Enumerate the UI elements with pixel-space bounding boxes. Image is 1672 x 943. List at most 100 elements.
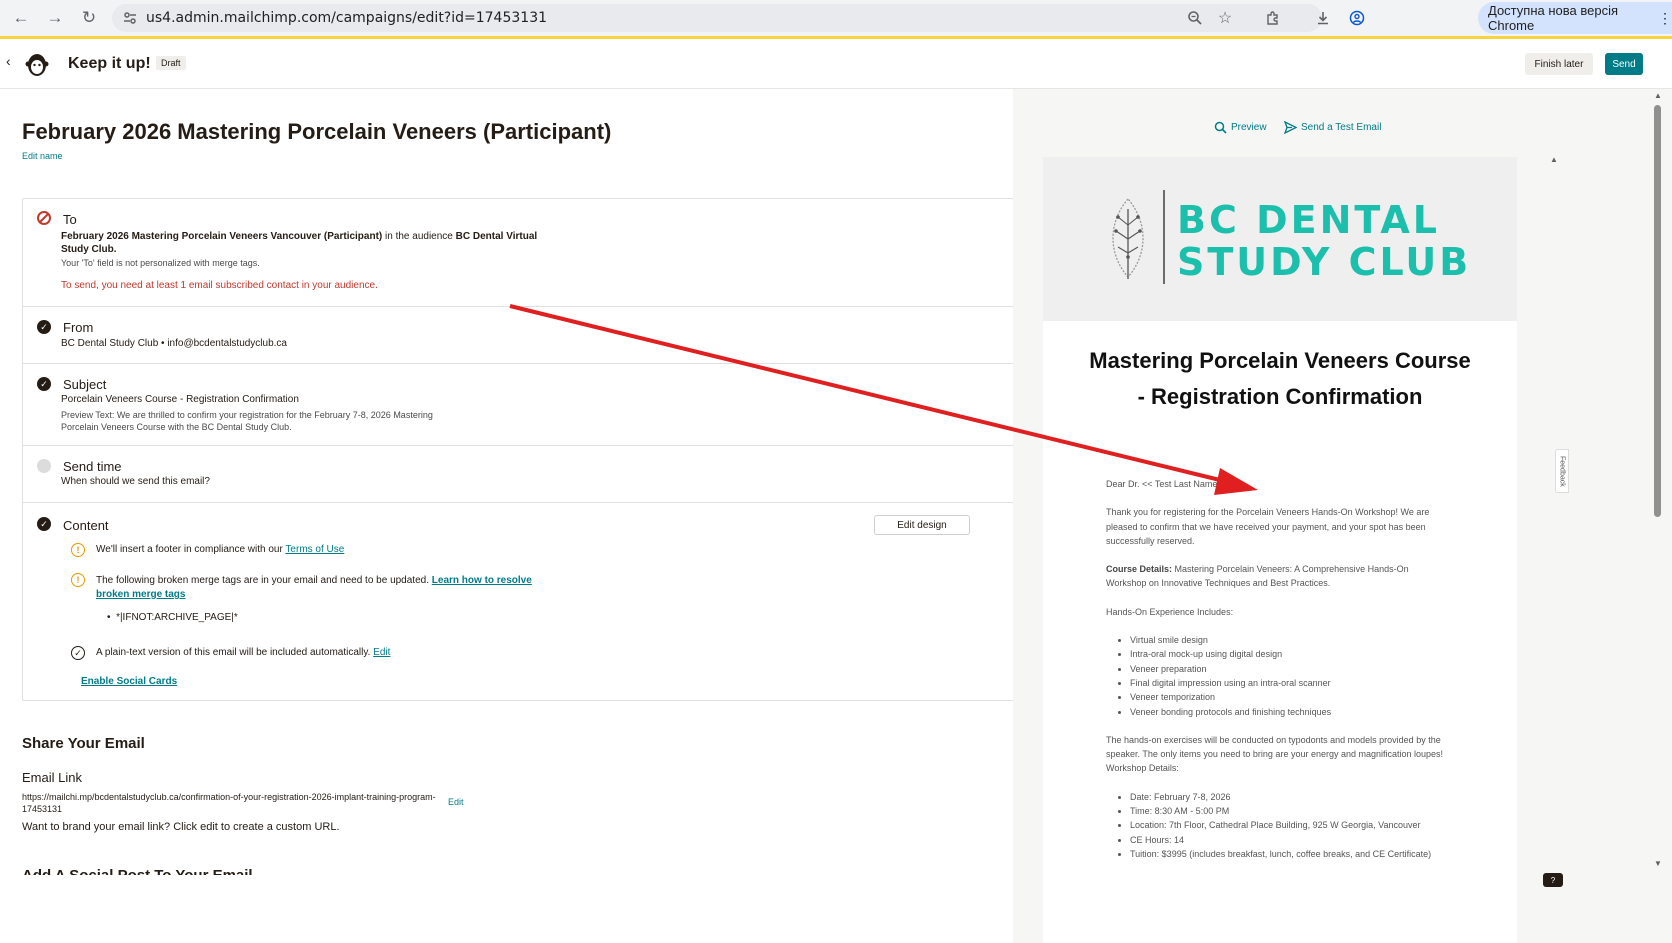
- extensions-icon[interactable]: [1262, 7, 1284, 29]
- campaign-header: ‹ Keep it up! Draft Finish later Send: [0, 39, 1672, 89]
- profile-icon[interactable]: [1346, 7, 1368, 29]
- send-time-heading: Send time: [63, 459, 122, 474]
- leaf-logo-icon: [1112, 198, 1144, 279]
- campaign-checklist-pane: February 2026 Mastering Porcelain Veneer…: [0, 89, 1052, 943]
- plaintext-edit-link[interactable]: Edit: [373, 647, 390, 658]
- url-text[interactable]: us4.admin.mailchimp.com/campaigns/edit?i…: [146, 10, 547, 26]
- from-section[interactable]: ✓ From ⌄ BC Dental Study Club • info@bcd…: [23, 307, 1033, 364]
- mailchimp-logo-icon[interactable]: [22, 49, 52, 79]
- error-status-icon: [37, 211, 51, 225]
- preview-label: Preview: [1231, 122, 1267, 133]
- list-item: Veneer bonding protocols and finishing t…: [1130, 705, 1446, 719]
- send-test-label: Send a Test Email: [1301, 122, 1382, 133]
- page-title: Keep it up!: [68, 55, 151, 72]
- scroll-up-icon[interactable]: ▲: [1654, 91, 1662, 100]
- list-item: Time: 8:30 AM - 5:00 PM: [1130, 804, 1446, 818]
- edit-design-button[interactable]: Edit design: [874, 515, 970, 535]
- course-details: Course Details: Mastering Porcelain Vene…: [1106, 562, 1446, 591]
- email-link-heading: Email Link: [22, 770, 82, 785]
- list-item: Final digital impression using an intra-…: [1130, 676, 1446, 690]
- send-time-value: When should we send this email?: [61, 476, 210, 487]
- browser-toolbar: ← → ↻ us4.admin.mailchimp.com/campaigns/…: [0, 0, 1672, 36]
- chrome-update-button[interactable]: Доступна нова версія Chrome ⋮: [1478, 2, 1672, 34]
- paper-plane-icon: [1284, 121, 1297, 134]
- terms-of-use-link[interactable]: Terms of Use: [285, 544, 344, 555]
- preview-scrollbar[interactable]: ▲ ▼: [1651, 89, 1665, 943]
- to-audience-connector: in the audience: [385, 231, 453, 242]
- check-status-icon: ✓: [37, 517, 51, 531]
- brand-line-2: STUDY CLUB: [1177, 240, 1472, 284]
- address-bar[interactable]: us4.admin.mailchimp.com/campaigns/edit?i…: [112, 4, 1322, 32]
- hands-on-label: Hands-On Experience Includes:: [1106, 606, 1234, 617]
- subject-section[interactable]: ✓ Subject ⌄ Porcelain Veneers Course - R…: [23, 364, 1033, 446]
- preview-text: Preview Text: We are thrilled to confirm…: [61, 410, 433, 432]
- send-time-section[interactable]: Send time ⌄ When should we send this ema…: [23, 446, 1033, 503]
- content-heading: Content: [63, 518, 109, 533]
- send-button[interactable]: Send: [1605, 53, 1643, 75]
- email-body: Dear Dr. << Test Last Name >>, Thank you…: [1106, 477, 1446, 875]
- list-item: Virtual smile design: [1130, 633, 1446, 647]
- list-item: CE Hours: 14: [1130, 833, 1446, 847]
- logo-divider: [1163, 190, 1165, 284]
- check-status-icon: ✓: [37, 320, 51, 334]
- back-arrow-icon[interactable]: ←: [10, 7, 32, 29]
- zoom-icon[interactable]: [1184, 7, 1206, 29]
- scroll-down-icon[interactable]: ▼: [1654, 859, 1662, 868]
- to-section[interactable]: To ⌄ February 2026 Mastering Porcelain V…: [23, 199, 1033, 307]
- email-header: BC DENTAL STUDY CLUB: [1043, 157, 1517, 321]
- email-preview-pane: Preview Send a Test Email BC DENTAL STUD…: [1013, 89, 1672, 943]
- from-heading: From: [63, 320, 94, 335]
- to-recipients: February 2026 Mastering Porcelain Veneer…: [61, 230, 541, 256]
- check-circle-icon: ✓: [71, 646, 85, 660]
- edit-name-link[interactable]: Edit name: [22, 151, 63, 161]
- list-item: Location: 7th Floor, Cathedral Place Bui…: [1130, 818, 1446, 832]
- enable-social-cards-link[interactable]: Enable Social Cards: [81, 676, 177, 687]
- list-item: Veneer temporization: [1130, 690, 1446, 704]
- list-item: Tuition: $3995 (includes breakfast, lunc…: [1130, 847, 1446, 861]
- warning-icon: !: [71, 573, 85, 587]
- list-item: Veneer preparation: [1130, 662, 1446, 676]
- brand-name: BC DENTAL STUDY CLUB: [1177, 199, 1471, 283]
- hands-on-list: Virtual smile design Intra-oral mock-up …: [1130, 633, 1446, 719]
- email-title: Mastering Porcelain Veneers Course - Reg…: [1089, 348, 1471, 409]
- subject-heading: Subject: [63, 377, 107, 392]
- more-menu-icon[interactable]: ⋮: [1658, 10, 1672, 27]
- site-settings-icon[interactable]: [122, 10, 138, 26]
- email-link-url[interactable]: https://mailchi.mp/bcdentalstudyclub.ca/…: [22, 791, 442, 815]
- share-heading: Share Your Email: [22, 735, 145, 752]
- to-error-message: To send, you need at least 1 email subsc…: [61, 280, 378, 291]
- forward-arrow-icon[interactable]: →: [44, 7, 66, 29]
- email-link-edit[interactable]: Edit: [448, 797, 464, 807]
- check-status-icon: ✓: [37, 377, 51, 391]
- list-item: Date: February 7-8, 2026: [1130, 790, 1446, 804]
- social-post-heading: Add A Social Post To Your Email: [22, 867, 253, 875]
- help-badge[interactable]: ?: [1543, 873, 1563, 887]
- download-icon[interactable]: [1312, 7, 1334, 29]
- feedback-tab[interactable]: Feedback: [1555, 449, 1569, 493]
- email-canvas: BC DENTAL STUDY CLUB Mastering Porcelain…: [1043, 157, 1517, 943]
- warning-icon: !: [71, 543, 85, 557]
- send-test-email-link[interactable]: Send a Test Email: [1284, 121, 1381, 134]
- exercises-text: The hands-on exercises will be conducted…: [1106, 734, 1444, 774]
- reload-icon[interactable]: ↻: [78, 7, 100, 29]
- bookmark-star-icon[interactable]: ☆: [1214, 7, 1236, 29]
- email-link-note: Want to brand your email link? Click edi…: [22, 821, 340, 833]
- email-intro: Thank you for registering for the Porcel…: [1106, 507, 1430, 546]
- pending-status-icon: [37, 459, 51, 473]
- footer-note: We'll insert a footer in compliance with…: [96, 544, 344, 555]
- preview-link[interactable]: Preview: [1214, 121, 1267, 134]
- draft-badge: Draft: [156, 56, 186, 70]
- workshop-details-list: Date: February 7-8, 2026 Time: 8:30 AM -…: [1130, 790, 1446, 861]
- list-item: Intra-oral mock-up using digital design: [1130, 647, 1446, 661]
- chrome-update-label: Доступна нова версія Chrome: [1488, 3, 1618, 33]
- to-personalization-note: Your 'To' field is not personalized with…: [61, 258, 260, 268]
- scroll-thumb[interactable]: [1654, 105, 1661, 517]
- back-chevron-icon[interactable]: ‹: [6, 53, 11, 69]
- email-scrollbar[interactable]: ▲: [1548, 155, 1560, 943]
- scroll-up-icon[interactable]: ▲: [1550, 155, 1558, 164]
- email-greeting: Dear Dr. << Test Last Name >>,: [1106, 479, 1233, 489]
- plaintext-note-text: A plain-text version of this email will …: [96, 647, 371, 658]
- campaign-title: February 2026 Mastering Porcelain Veneer…: [22, 119, 612, 144]
- plaintext-note: A plain-text version of this email will …: [96, 647, 390, 658]
- finish-later-button[interactable]: Finish later: [1525, 53, 1593, 75]
